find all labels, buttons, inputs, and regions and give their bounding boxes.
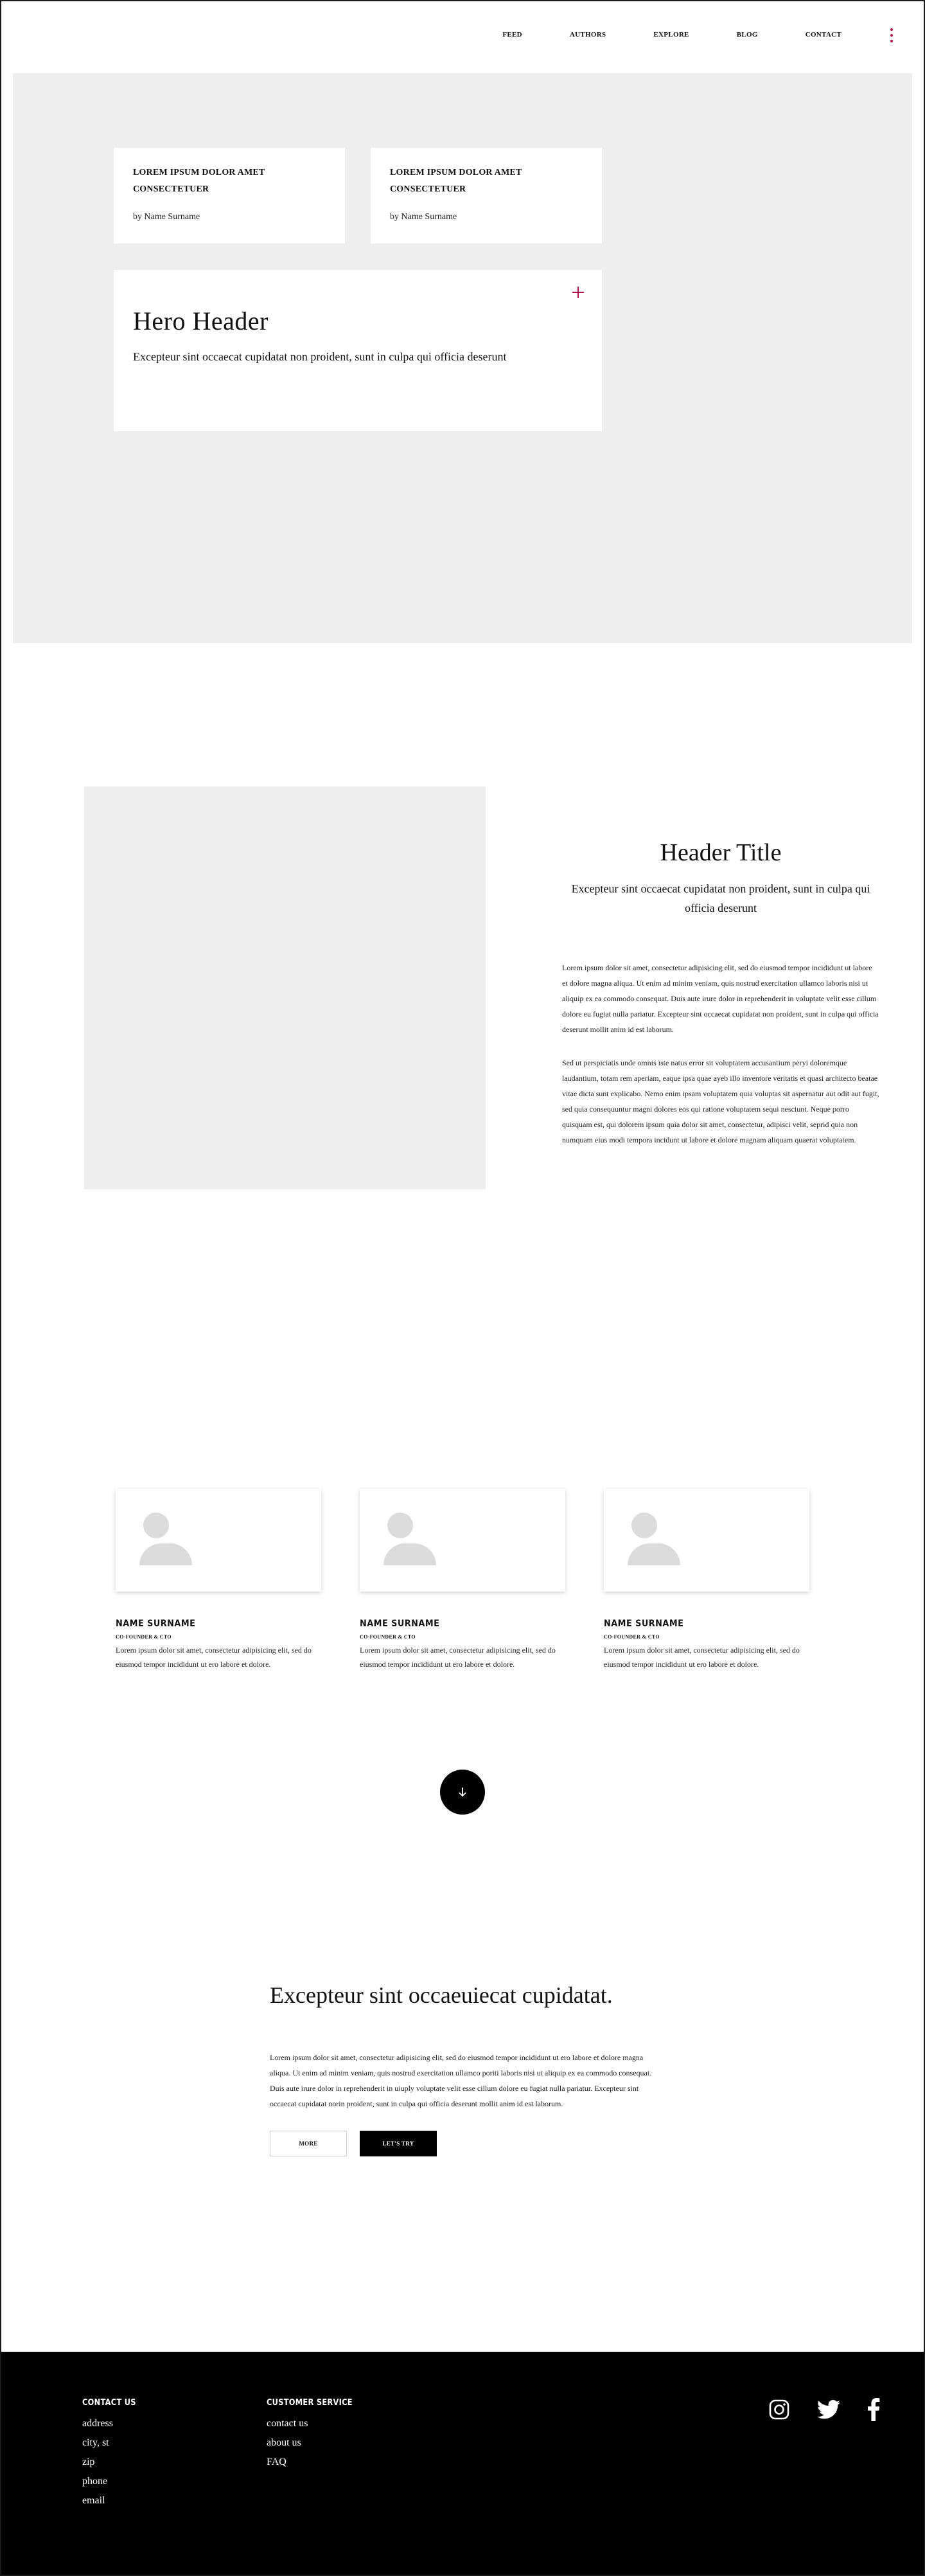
social-links bbox=[768, 2398, 880, 2421]
feature-text: Header Title Excepteur sint occaecat cup… bbox=[562, 839, 879, 1148]
footer-contact-heading: CONTACT US bbox=[82, 2398, 136, 2408]
post-card-title: LOREM IPSUM DOLOR AMET CONSECTETUER bbox=[133, 168, 265, 194]
footer-contact-column: CONTACT US address city, st zip phone em… bbox=[82, 2398, 143, 2510]
user-placeholder-icon bbox=[360, 1489, 565, 1592]
footer: CONTACT US address city, st zip phone em… bbox=[0, 2352, 925, 2576]
top-nav: FEED AUTHORS EXPLORE BLOG CONTACT bbox=[0, 0, 925, 72]
member-name: NAME SURNAME bbox=[604, 1619, 684, 1629]
member-name: NAME SURNAME bbox=[116, 1619, 196, 1629]
team-member-card: NAME SURNAME CO-FOUNDER & CTO Lorem ipsu… bbox=[360, 1489, 565, 1671]
feature-paragraph: Lorem ipsum dolor sit amet, consectetur … bbox=[562, 963, 879, 1035]
more-vertical-icon[interactable] bbox=[889, 28, 894, 42]
nav-link-feed[interactable]: FEED bbox=[502, 31, 522, 39]
nav-link-explore[interactable]: EXPLORE bbox=[653, 31, 689, 39]
user-placeholder-icon bbox=[604, 1489, 809, 1592]
cta-section: Excepteur sint occaeuiecat cupidatat. Lo… bbox=[270, 1982, 655, 2156]
more-dot bbox=[890, 28, 893, 31]
footer-service-column: CUSTOMER SERVICE contact us about us FAQ bbox=[267, 2398, 364, 2472]
post-card[interactable]: LOREM IPSUM DOLOR AMET CONSECTETUER by N… bbox=[114, 148, 345, 244]
footer-link-address[interactable]: address bbox=[82, 2414, 143, 2433]
more-button[interactable]: MORE bbox=[270, 2131, 347, 2156]
team-member-card: NAME SURNAME CO-FOUNDER & CTO Lorem ipsu… bbox=[604, 1489, 809, 1671]
cta-buttons: MORE LET'S TRY bbox=[270, 2131, 655, 2156]
footer-link-contact-us[interactable]: contact us bbox=[267, 2414, 364, 2433]
feature-paragraph: Sed ut perspiciatis unde omnis iste natu… bbox=[562, 1058, 879, 1145]
feature-title: Header Title bbox=[660, 839, 782, 866]
hero-section: LOREM IPSUM DOLOR AMET CONSECTETUER by N… bbox=[13, 73, 912, 643]
hero-card: Hero Header Excepteur sint occaecat cupi… bbox=[114, 270, 602, 431]
footer-link-about-us[interactable]: about us bbox=[267, 2433, 364, 2453]
member-name: NAME SURNAME bbox=[360, 1619, 440, 1629]
lets-try-button[interactable]: LET'S TRY bbox=[360, 2131, 437, 2156]
member-role: CO-FOUNDER & CTO bbox=[360, 1634, 416, 1640]
member-role: CO-FOUNDER & CTO bbox=[116, 1634, 172, 1640]
feature-image-placeholder bbox=[84, 786, 486, 1189]
footer-link-phone[interactable]: phone bbox=[82, 2472, 143, 2491]
instagram-icon[interactable] bbox=[768, 2399, 790, 2421]
arrow-down-icon bbox=[459, 1788, 466, 1797]
post-card[interactable]: LOREM IPSUM DOLOR AMET CONSECTETUER by N… bbox=[371, 148, 602, 244]
twitter-icon[interactable] bbox=[817, 2400, 840, 2419]
member-bio: Lorem ipsum dolor sit amet, consectetur … bbox=[116, 1646, 312, 1669]
footer-service-heading: CUSTOMER SERVICE bbox=[267, 2398, 353, 2408]
post-card-byline: by Name Surname bbox=[390, 211, 457, 222]
member-bio: Lorem ipsum dolor sit amet, consectetur … bbox=[604, 1646, 800, 1669]
post-card-byline: by Name Surname bbox=[133, 211, 200, 222]
member-role: CO-FOUNDER & CTO bbox=[604, 1634, 660, 1640]
nav-link-authors[interactable]: AUTHORS bbox=[570, 31, 606, 39]
facebook-icon[interactable] bbox=[867, 2398, 880, 2421]
plus-icon[interactable] bbox=[571, 285, 585, 299]
member-bio: Lorem ipsum dolor sit amet, consectetur … bbox=[360, 1646, 556, 1669]
nav-links: FEED AUTHORS EXPLORE BLOG CONTACT bbox=[455, 31, 841, 39]
user-placeholder-icon bbox=[116, 1489, 321, 1592]
feature-subtitle: Excepteur sint occaecat cupidatat non pr… bbox=[571, 882, 870, 914]
hero-header: Hero Header bbox=[133, 306, 269, 335]
footer-link-faq[interactable]: FAQ bbox=[267, 2453, 364, 2472]
more-dot bbox=[890, 40, 893, 42]
team-member-card: NAME SURNAME CO-FOUNDER & CTO Lorem ipsu… bbox=[116, 1489, 321, 1671]
nav-link-contact[interactable]: CONTACT bbox=[806, 31, 841, 39]
nav-link-blog[interactable]: BLOG bbox=[737, 31, 758, 39]
footer-link-zip[interactable]: zip bbox=[82, 2453, 143, 2472]
footer-link-city[interactable]: city, st bbox=[82, 2433, 143, 2453]
cta-title: Excepteur sint occaeuiecat cupidatat. bbox=[270, 1982, 613, 2008]
post-card-title: LOREM IPSUM DOLOR AMET CONSECTETUER bbox=[390, 168, 522, 194]
cta-text: Lorem ipsum dolor sit amet, consectetur … bbox=[270, 2053, 652, 2108]
footer-link-email[interactable]: email bbox=[82, 2491, 143, 2510]
scroll-down-button[interactable] bbox=[440, 1770, 485, 1815]
more-dot bbox=[890, 34, 893, 37]
hero-subtext: Excepteur sint occaecat cupidatat non pr… bbox=[133, 350, 507, 363]
